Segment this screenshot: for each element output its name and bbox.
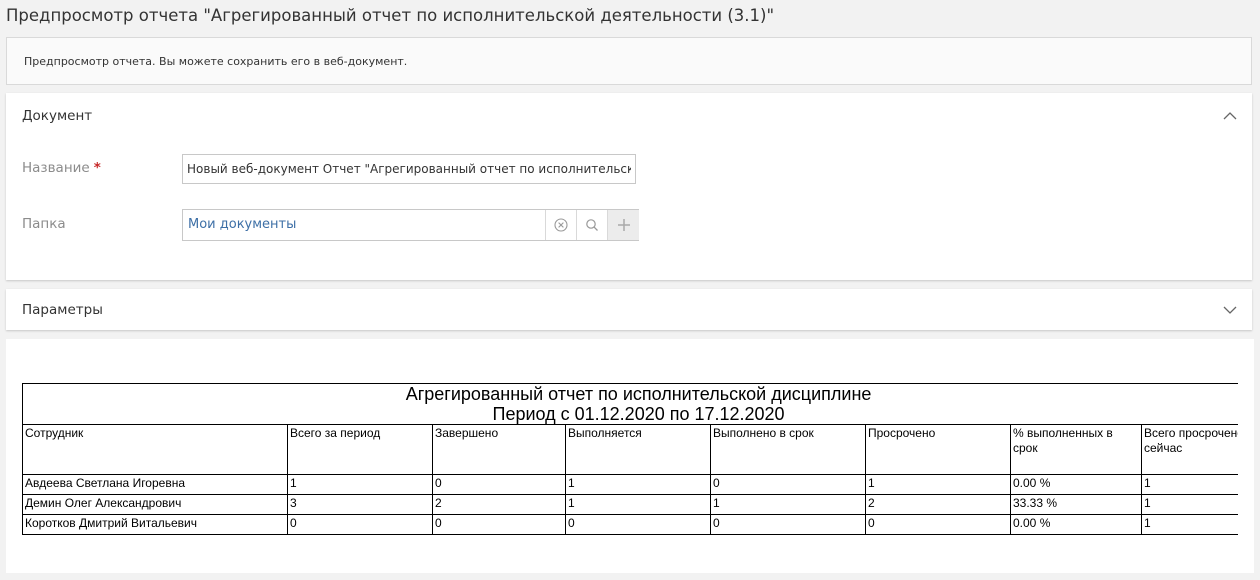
- report-table: Агрегированный отчет по исполнительской …: [22, 383, 1238, 535]
- cell-completed: 2: [432, 494, 566, 515]
- cell-completed: 0: [432, 514, 566, 535]
- clear-folder-button[interactable]: [545, 210, 576, 240]
- cell-percent: 0.00 %: [1010, 474, 1142, 495]
- report-header-row: Сотрудник Всего за период Завершено Выпо…: [22, 424, 1238, 475]
- cell-total: 1: [287, 474, 433, 495]
- folder-value[interactable]: Мои документы: [188, 217, 296, 232]
- cell-overdue: 0: [865, 514, 1011, 535]
- name-input[interactable]: [182, 154, 636, 184]
- plus-icon: [617, 219, 630, 231]
- cell-total: 3: [287, 494, 433, 515]
- parameters-section-title[interactable]: Параметры: [22, 302, 103, 318]
- report-title: Агрегированный отчет по исполнительской …: [22, 383, 1238, 425]
- chevron-down-icon[interactable]: [1222, 302, 1238, 318]
- required-mark: *: [93, 160, 101, 176]
- column-header: % выполненных в срок: [1010, 424, 1142, 475]
- column-header: Выполняется: [565, 424, 711, 475]
- column-header: Выполнено в срок: [710, 424, 866, 475]
- cell-overdue-now: 1: [1140, 474, 1238, 495]
- table-row: Коротков Дмитрий Витальевич 0 0 0 0 0 0.…: [22, 514, 1238, 535]
- add-folder-button[interactable]: [607, 210, 639, 240]
- info-text: Предпросмотр отчета. Вы можете сохранить…: [24, 55, 408, 68]
- table-row: Авдеева Светлана Игоревна 1 0 1 0 1 0.00…: [22, 474, 1238, 495]
- parameters-section[interactable]: Параметры: [6, 289, 1252, 330]
- cell-on-time: 0: [710, 474, 866, 495]
- clear-circle-icon: [554, 218, 568, 232]
- table-row: Демин Олег Александрович 3 2 1 1 2 33.33…: [22, 494, 1238, 515]
- name-label-text: Название: [22, 160, 90, 176]
- cell-employee: Коротков Дмитрий Витальевич: [22, 514, 288, 535]
- report-title-line2: Период с 01.12.2020 по 17.12.2020: [492, 404, 785, 424]
- cell-employee: Демин Олег Александрович: [22, 494, 288, 515]
- column-header: Всего за период: [287, 424, 433, 475]
- name-label: Название *: [22, 160, 101, 176]
- cell-on-time: 1: [710, 494, 866, 515]
- cell-overdue-now: 1: [1140, 514, 1238, 535]
- search-folder-button[interactable]: [576, 210, 607, 240]
- cell-percent: 33.33 %: [1010, 494, 1142, 515]
- chevron-up-icon[interactable]: [1222, 108, 1238, 124]
- document-section-title[interactable]: Документ: [22, 108, 92, 124]
- cell-completed: 0: [432, 474, 566, 495]
- column-header: Всего просрочено сейчас: [1140, 424, 1238, 475]
- report-frame: Агрегированный отчет по исполнительской …: [22, 383, 1238, 543]
- cell-total: 0: [287, 514, 433, 535]
- cell-overdue-now: 1: [1140, 494, 1238, 515]
- folder-field[interactable]: Мои документы: [182, 209, 639, 241]
- cell-overdue: 2: [865, 494, 1011, 515]
- document-section: Документ Название* Папка Мои документы: [6, 93, 1252, 280]
- report-title-line1: Агрегированный отчет по исполнительской …: [405, 384, 872, 404]
- cell-on-time: 0: [710, 514, 866, 535]
- cell-in-progress: 0: [565, 514, 711, 535]
- page-title: Предпросмотр отчета "Агрегированный отче…: [6, 6, 775, 25]
- column-header: Сотрудник: [22, 424, 288, 475]
- cell-percent: 0.00 %: [1010, 514, 1142, 535]
- info-panel: Предпросмотр отчета. Вы можете сохранить…: [6, 37, 1252, 85]
- cell-in-progress: 1: [565, 494, 711, 515]
- report-preview: Агрегированный отчет по исполнительской …: [6, 339, 1254, 573]
- cell-employee: Авдеева Светлана Игоревна: [22, 474, 288, 495]
- cell-in-progress: 1: [565, 474, 711, 495]
- column-header: Просрочено: [865, 424, 1011, 475]
- folder-label: Папка: [22, 216, 66, 232]
- column-header: Завершено: [432, 424, 566, 475]
- search-icon: [586, 219, 598, 231]
- cell-overdue: 1: [865, 474, 1011, 495]
